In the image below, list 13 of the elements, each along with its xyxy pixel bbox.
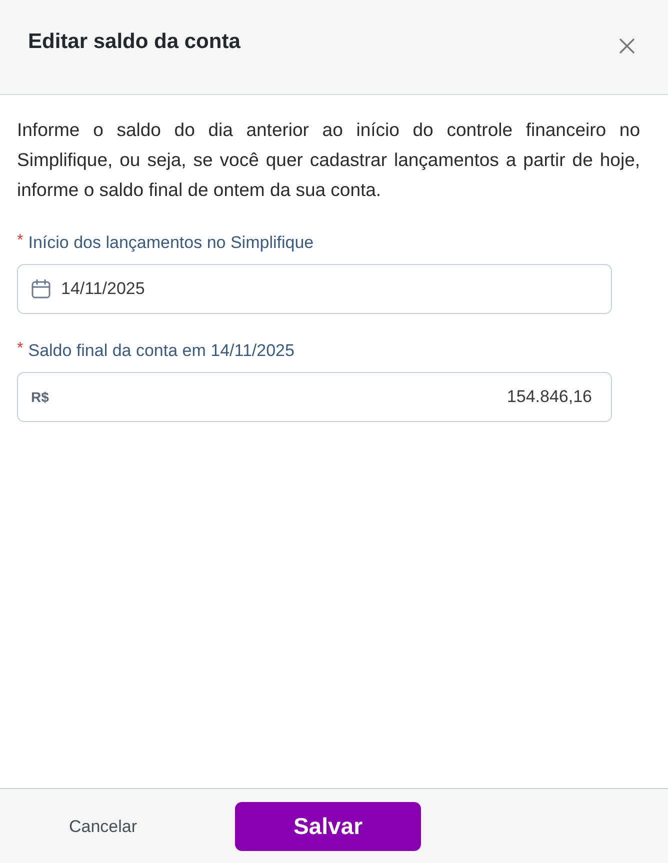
field-label: Início dos lançamentos no Simplifique <box>28 233 314 253</box>
currency-field[interactable]: R$ 154.846,16 <box>17 372 612 422</box>
required-mark: * <box>17 233 24 249</box>
required-mark: * <box>17 341 24 357</box>
description-text: Informe o saldo do dia anterior ao início do controle financeiro no Simplifique, ou seja, se você quer cadastrar lançamentos a partir de hoje, informe o saldo final de ontem da sua conta. <box>17 118 640 202</box>
field-label: Saldo final da conta em 14/11/2025 <box>28 341 294 361</box>
currency-prefix: R$ <box>31 388 49 406</box>
cancel-button[interactable]: Cancelar <box>28 802 178 851</box>
date-field[interactable]: 14/11/2025 <box>17 264 612 314</box>
calendar-icon <box>31 279 51 299</box>
dialog-title: Editar saldo da conta <box>28 29 240 55</box>
close-icon <box>619 38 635 54</box>
save-button[interactable]: Salvar <box>235 802 421 851</box>
